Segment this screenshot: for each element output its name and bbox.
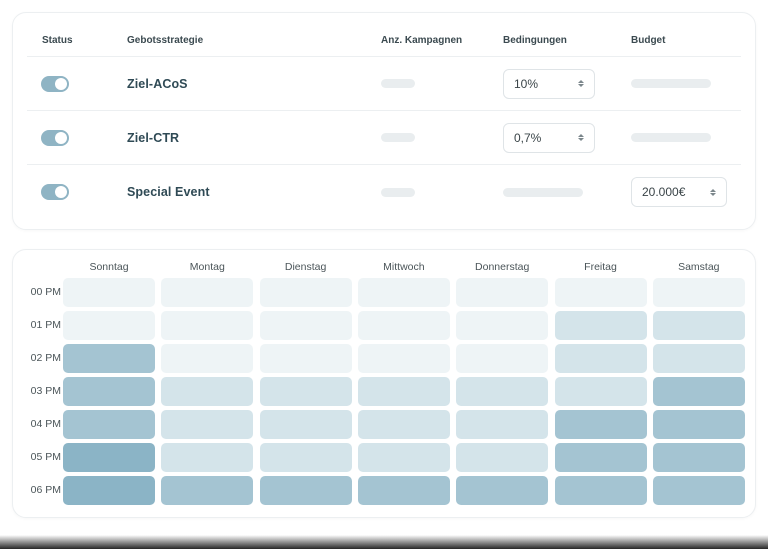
header-conditions: Bedingungen <box>503 35 567 46</box>
heatmap-cell[interactable] <box>259 278 352 307</box>
heatmap-cell[interactable] <box>652 410 745 439</box>
heatmap-cell[interactable] <box>554 344 647 373</box>
heatmap-cell[interactable] <box>554 410 647 439</box>
heatmap-cell[interactable] <box>63 443 155 472</box>
campaign-count-placeholder <box>381 187 415 197</box>
heatmap-cell[interactable] <box>161 278 254 307</box>
hour-label: 04 PM <box>30 418 61 430</box>
header-status: Status <box>42 35 73 46</box>
heatmap-cell[interactable] <box>63 278 155 307</box>
budget-select[interactable]: 20.000€ <box>631 177 727 207</box>
hour-label: 05 PM <box>30 451 61 463</box>
heatmap-cell[interactable] <box>259 377 352 406</box>
heatmap-cell[interactable] <box>161 311 254 340</box>
budget-placeholder <box>631 79 711 88</box>
heatmap-cell[interactable] <box>357 311 450 340</box>
header-campaigns: Anz. Kampagnen <box>381 35 463 46</box>
day-label: Mittwoch <box>383 261 425 273</box>
toggle-knob <box>55 131 67 144</box>
heatmap-cell[interactable] <box>63 377 155 406</box>
day-label: Samstag <box>678 261 720 273</box>
hour-label: 06 PM <box>30 484 61 496</box>
day-label: Donnerstag <box>475 261 530 273</box>
heatmap-cell[interactable] <box>652 377 745 406</box>
day-label: Dienstag <box>284 261 327 273</box>
chevron-up-down-icon <box>578 134 584 141</box>
heatmap-cell[interactable] <box>357 278 450 307</box>
condition-value: 10% <box>514 76 539 91</box>
hour-label: 02 PM <box>30 352 61 364</box>
header-budget: Budget <box>631 35 666 46</box>
heatmap-cell[interactable] <box>652 278 745 307</box>
hour-label: 01 PM <box>30 319 61 331</box>
header-strategy: Gebotsstrategie <box>127 35 204 46</box>
heatmap-cell[interactable] <box>456 377 549 406</box>
heatmap-cell[interactable] <box>259 410 352 439</box>
heatmap-cell[interactable] <box>357 410 450 439</box>
day-label: Freitag <box>584 261 617 273</box>
heatmap-cell[interactable] <box>161 443 254 472</box>
strategy-name[interactable]: Special Event <box>127 185 210 199</box>
heatmap-cell[interactable] <box>63 476 155 505</box>
chevron-up-down-icon <box>578 80 584 87</box>
condition-select[interactable]: 10% <box>503 68 595 99</box>
heatmap-cell[interactable] <box>161 476 254 505</box>
day-label: Montag <box>189 261 225 273</box>
status-toggle[interactable] <box>41 184 69 200</box>
heatmap-cell[interactable] <box>652 311 745 340</box>
heatmap-cell[interactable] <box>456 344 549 373</box>
day-label: Sonntag <box>89 261 129 273</box>
heatmap-cell[interactable] <box>63 410 155 439</box>
table-header: Status Gebotsstrategie Anz. Kampagnen Be… <box>27 13 741 57</box>
heatmap-cell[interactable] <box>652 344 745 373</box>
condition-select[interactable]: 0,7% <box>503 122 595 153</box>
heatmap-cell[interactable] <box>259 311 352 340</box>
heatmap-cell[interactable] <box>554 476 647 505</box>
strategy-name[interactable]: Ziel-ACoS <box>127 77 188 91</box>
campaign-count-placeholder <box>381 79 415 88</box>
campaign-count-placeholder <box>381 133 415 142</box>
condition-placeholder <box>503 187 583 197</box>
heatmap-cell[interactable] <box>357 377 450 406</box>
heatmap-cell[interactable] <box>161 377 254 406</box>
strategy-name[interactable]: Ziel-CTR <box>127 131 179 145</box>
heatmap-cell[interactable] <box>554 278 647 307</box>
status-toggle[interactable] <box>41 75 69 92</box>
heatmap-cell[interactable] <box>357 476 450 505</box>
heatmap-cell[interactable] <box>357 443 450 472</box>
heatmap-cell[interactable] <box>161 344 254 373</box>
heatmap-cell[interactable] <box>161 410 254 439</box>
heatmap-cell[interactable] <box>652 476 745 505</box>
table-row: Ziel-CTR 0,7% <box>27 111 741 165</box>
schedule-heatmap: Sonntag Montag Dienstag Mittwoch Donnerstag F… <box>12 249 756 518</box>
heatmap-cell[interactable] <box>63 344 155 373</box>
chevron-up-down-icon <box>710 188 716 196</box>
heatmap-cell[interactable] <box>456 476 549 505</box>
table-row: Special Event 20.000€ <box>27 165 741 219</box>
heatmap-cell[interactable] <box>554 377 647 406</box>
bidding-strategy-table: Status Gebotsstrategie Anz. Kampagnen Be… <box>12 12 756 230</box>
budget-value: 20.000€ <box>642 185 686 199</box>
heatmap-cell[interactable] <box>63 311 155 340</box>
hour-label: 03 PM <box>30 385 61 397</box>
status-toggle[interactable] <box>41 129 69 146</box>
hour-label: 00 PM <box>30 286 61 298</box>
heatmap-cell[interactable] <box>259 443 352 472</box>
table-row: Ziel-ACoS 10% <box>27 57 741 111</box>
heatmap-cell[interactable] <box>554 311 647 340</box>
heatmap-cell[interactable] <box>357 344 450 373</box>
heatmap-cell[interactable] <box>259 344 352 373</box>
budget-placeholder <box>631 133 711 142</box>
heatmap-cell[interactable] <box>456 410 549 439</box>
toggle-knob <box>55 77 67 90</box>
heatmap-cell[interactable] <box>456 311 549 340</box>
heatmap-cell[interactable] <box>259 476 352 505</box>
bottom-shadow <box>0 535 768 549</box>
heatmap-cell[interactable] <box>652 443 745 472</box>
toggle-knob <box>55 186 67 198</box>
heatmap-cell[interactable] <box>554 443 647 472</box>
heatmap-cell[interactable] <box>456 443 549 472</box>
heatmap-cell[interactable] <box>456 278 549 307</box>
condition-value: 0,7% <box>514 130 542 145</box>
